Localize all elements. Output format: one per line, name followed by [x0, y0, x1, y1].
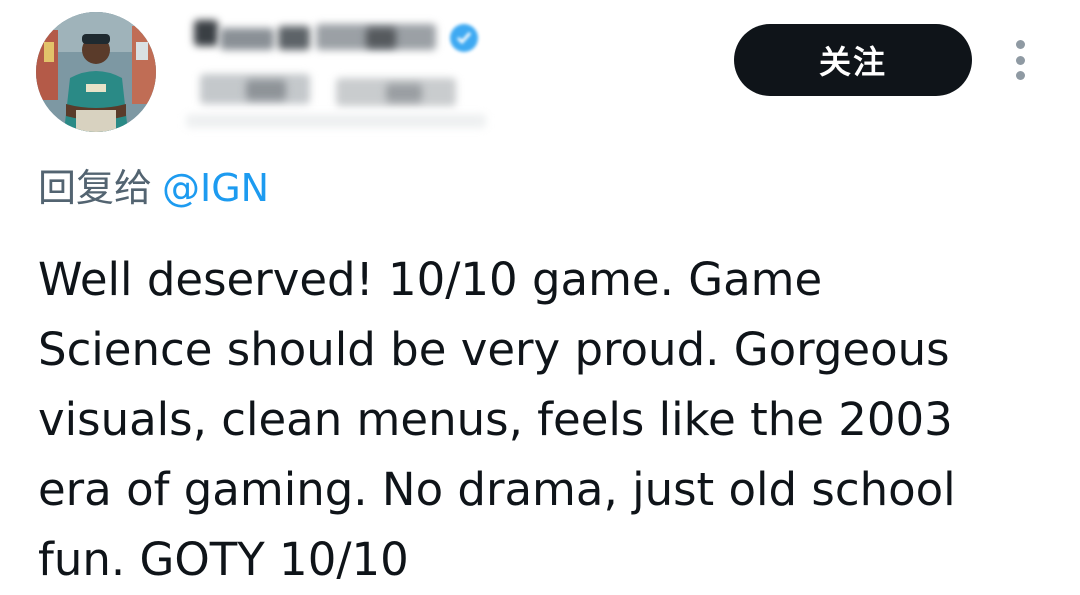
- reply-handle-link[interactable]: @IGN: [162, 166, 269, 210]
- avatar[interactable]: [36, 12, 156, 132]
- tweet-text-line: fun. GOTY 10/10: [38, 533, 409, 586]
- reply-context: 回复给 @IGN: [38, 164, 269, 212]
- verified-badge-icon: [448, 22, 480, 54]
- avatar-image: [36, 12, 156, 132]
- follow-button[interactable]: 关注: [734, 24, 972, 96]
- more-options-icon[interactable]: [1004, 36, 1036, 84]
- tweet-text-line: Science should be very proud. Gorgeous: [38, 323, 950, 376]
- tweet-text-line: era of gaming. No drama, just old school: [38, 463, 956, 516]
- reply-prefix: 回复给: [38, 166, 153, 210]
- tweet-text: Well deserved! 10/10 game. Game Science …: [38, 245, 1048, 595]
- tweet-text-line: Well deserved! 10/10 game. Game: [38, 253, 823, 306]
- tweet-text-line: visuals, clean menus, feels like the 200…: [38, 393, 953, 446]
